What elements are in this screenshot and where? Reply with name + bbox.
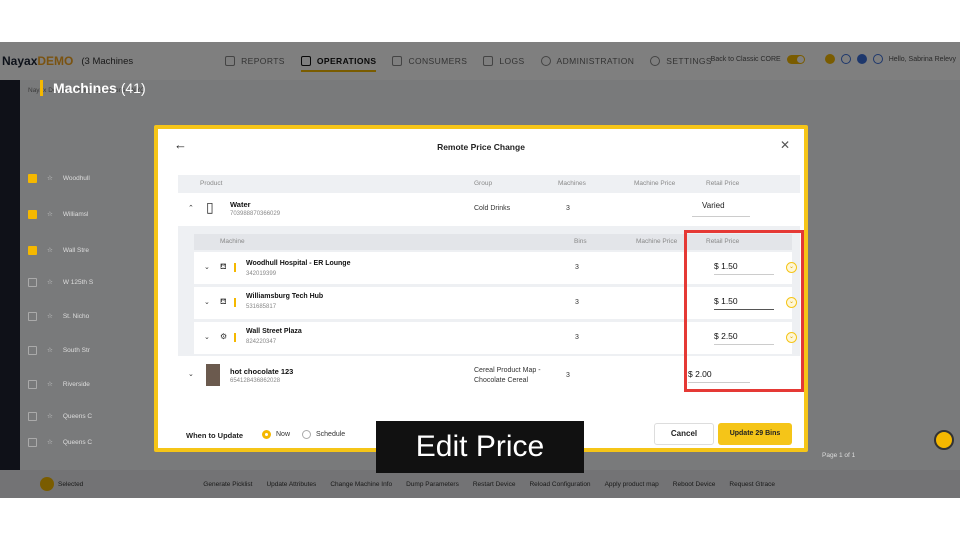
row-checkbox[interactable]: [28, 379, 37, 389]
star-icon[interactable]: ☆: [47, 312, 53, 320]
page-title: Machines (41): [40, 80, 146, 96]
chevron-down-icon[interactable]: ⌄: [204, 333, 210, 341]
machine-name: Williamsburg Tech Hub: [246, 293, 324, 300]
cancel-button[interactable]: Cancel: [654, 423, 714, 445]
star-icon[interactable]: ☆: [47, 174, 53, 182]
product-table-header: Product Group Machines Machine Price Ret…: [178, 175, 800, 193]
machine-name: Woodhull: [62, 174, 90, 182]
star-icon[interactable]: ☆: [47, 438, 53, 446]
machine-name: W 125th S: [62, 278, 94, 286]
back-arrow-icon[interactable]: ←: [174, 137, 187, 152]
machine-bins: 3: [575, 299, 579, 306]
when-to-update-label: When to Update: [186, 431, 244, 440]
table-row[interactable]: ☆ Queens C: [28, 426, 168, 458]
machine-name: Williamsl: [62, 210, 89, 218]
product-row-water[interactable]: ⌃ ▯ Water 703988870366029 Cold Drinks 3 …: [178, 193, 800, 225]
col-retail-price: Retail Price: [706, 180, 740, 187]
status-bar: [234, 333, 236, 342]
help-fab-icon[interactable]: [934, 430, 954, 450]
row-checkbox[interactable]: [28, 173, 37, 183]
machine-name: Wall Street Plaza: [246, 328, 302, 335]
status-bar: [234, 263, 236, 272]
product-machines: 3: [566, 205, 570, 212]
remote-price-change-modal: ← Remote Price Change ✕ Product Group Ma…: [154, 125, 808, 452]
row-checkbox[interactable]: [28, 311, 37, 321]
cup-icon: ⛾: [220, 297, 227, 306]
product-machines: 3: [566, 372, 570, 379]
now-radio[interactable]: [262, 430, 271, 439]
machine-bins: 3: [575, 334, 579, 341]
col-machine-price: Machine Price: [634, 180, 676, 187]
product-group: Cereal Product Map - Chocolate Cereal: [474, 367, 541, 384]
row-checkbox[interactable]: [28, 209, 37, 219]
star-icon[interactable]: ☆: [47, 278, 53, 286]
star-icon[interactable]: ☆: [47, 346, 53, 354]
machine-bins: 3: [575, 264, 579, 271]
product-code: 654128436862028: [230, 378, 281, 384]
row-checkbox[interactable]: [28, 345, 37, 355]
table-row[interactable]: ☆ Riverside: [28, 368, 168, 400]
table-row[interactable]: ☆ Woodhull: [28, 162, 168, 194]
modal-title: Remote Price Change: [437, 142, 525, 152]
bottle-icon: ▯: [206, 199, 214, 215]
star-icon[interactable]: ☆: [47, 412, 53, 420]
machine-name: Riverside: [62, 380, 90, 388]
col-product: Product: [200, 180, 223, 187]
chevron-down-icon[interactable]: ⌄: [204, 263, 210, 271]
cup-icon: ⛾: [220, 262, 227, 271]
close-icon[interactable]: ✕: [780, 138, 790, 152]
col-machines: Machines: [558, 180, 586, 187]
machine-name: Queens C: [62, 412, 93, 420]
machine-id: 531685817: [246, 304, 277, 310]
machine-id: 342019399: [246, 271, 277, 277]
row-checkbox[interactable]: [28, 411, 37, 421]
table-row[interactable]: ☆ Williamsl: [28, 198, 168, 230]
modal-header: ← Remote Price Change ✕: [158, 129, 804, 165]
star-icon[interactable]: ☆: [47, 380, 53, 388]
machine-name: South Str: [62, 346, 90, 354]
schedule-radio[interactable]: [302, 430, 311, 439]
product-code: 703988870366029: [230, 211, 281, 217]
now-label: Now: [276, 431, 291, 438]
update-bins-button[interactable]: Update 29 Bins: [718, 423, 792, 445]
machine-name: Queens C: [62, 438, 93, 446]
col-machine: Machine: [220, 238, 245, 245]
gear-icon: ⚙: [220, 332, 228, 341]
table-row[interactable]: ☆ South Str: [28, 334, 168, 366]
chevron-up-icon[interactable]: ⌃: [188, 204, 194, 212]
machine-name: Woodhull Hospital - ER Lounge: [246, 260, 351, 267]
retail-price-varied[interactable]: Varied: [692, 199, 750, 217]
row-checkbox[interactable]: [28, 437, 37, 447]
retail-price-highlight: [684, 230, 804, 392]
star-icon[interactable]: ☆: [47, 246, 53, 254]
caption-overlay: Edit Price: [376, 421, 584, 473]
table-row[interactable]: ☆ St. Nicho: [28, 300, 168, 332]
machine-name: St. Nicho: [62, 312, 90, 320]
col-machine-price: Machine Price: [636, 238, 678, 245]
machine-name: Wall Stre: [62, 246, 89, 254]
machine-id: 824220347: [246, 339, 277, 345]
pagination[interactable]: Page 1 of 1: [822, 452, 855, 459]
col-group: Group: [474, 180, 493, 187]
table-row[interactable]: ☆ Wall Stre: [28, 234, 168, 266]
chevron-down-icon[interactable]: ⌄: [188, 370, 194, 378]
table-row[interactable]: ☆ W 125th S: [28, 266, 168, 298]
chevron-down-icon[interactable]: ⌄: [204, 298, 210, 306]
schedule-label: Schedule: [316, 431, 346, 438]
row-checkbox[interactable]: [28, 277, 37, 287]
product-name: hot chocolate 123: [230, 367, 294, 376]
status-bar: [234, 298, 236, 307]
product-name: Water: [230, 200, 251, 209]
star-icon[interactable]: ☆: [47, 210, 53, 218]
product-group: Cold Drinks: [474, 205, 511, 212]
col-bins: Bins: [574, 238, 587, 245]
product-image: [206, 364, 220, 386]
row-checkbox[interactable]: [28, 245, 37, 255]
